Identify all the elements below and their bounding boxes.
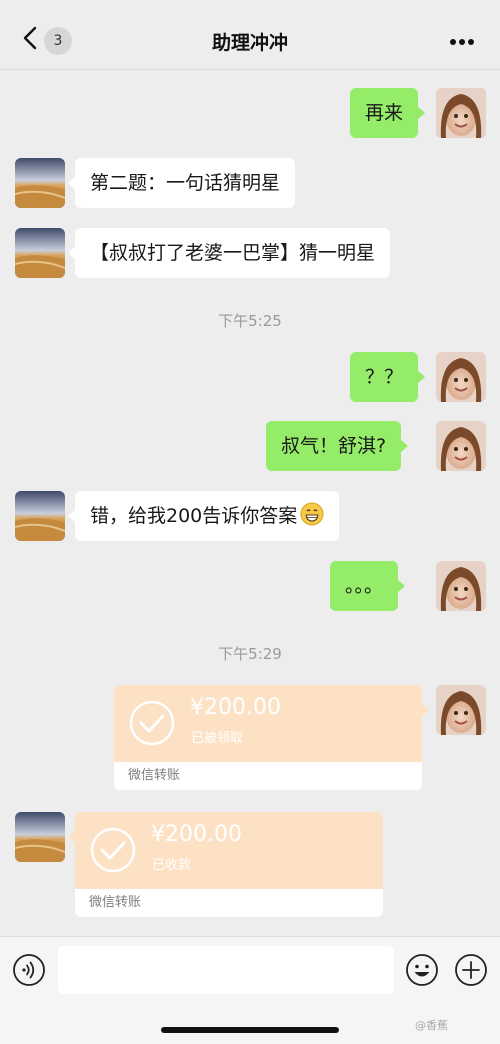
my-avatar[interactable]	[436, 352, 486, 402]
contact-avatar[interactable]	[15, 228, 65, 278]
message-input[interactable]	[58, 946, 394, 994]
chat-input-bar: @香蕉	[0, 936, 500, 1044]
timestamp: 下午5:29	[218, 645, 282, 663]
transfer-amount: ¥200.00	[151, 822, 242, 847]
received-transfer-card[interactable]: ¥200.00 已收款 微信转账	[68, 812, 383, 917]
my-avatar[interactable]	[436, 421, 486, 471]
transfer-status: 已收款	[152, 858, 192, 873]
message-text: 错，给我200告诉你答案	[90, 505, 298, 527]
contact-message-bubble[interactable]: 第二题：一句话猜明星	[67, 158, 296, 208]
sent-transfer-card[interactable]: ¥200.00 已被领取 微信转账	[114, 685, 429, 790]
my-message-bubble[interactable]: 叔气！舒淇?	[266, 421, 409, 471]
more-dots-icon[interactable]	[449, 38, 475, 46]
my-avatar[interactable]	[436, 88, 486, 138]
my-message-bubble[interactable]: 再来	[350, 88, 426, 138]
voice-icon[interactable]	[12, 953, 46, 987]
transfer-status: 已被领取	[191, 731, 244, 746]
contact-message-bubble[interactable]: 错，给我200告诉你答案	[67, 491, 340, 541]
plus-icon[interactable]	[454, 953, 488, 987]
transfer-card-top: ¥200.00 已收款	[75, 812, 383, 889]
chat-header: 3 助理冲冲	[0, 0, 500, 70]
transfer-amount: ¥200.00	[190, 695, 281, 720]
transfer-card-top: ¥200.00 已被领取	[114, 685, 422, 762]
check-circle-icon	[129, 700, 175, 746]
my-message-bubble[interactable]: ？？	[350, 352, 426, 402]
check-circle-icon	[90, 827, 136, 873]
contact-message-bubble[interactable]: 【叔叔打了老婆一巴掌】猜一明星	[67, 228, 391, 278]
transfer-label: 微信转账	[114, 762, 422, 790]
my-avatar[interactable]	[436, 561, 486, 611]
chat-title: 助理冲冲	[211, 32, 288, 54]
contact-avatar[interactable]	[15, 158, 65, 208]
home-indicator[interactable]	[161, 1027, 339, 1033]
contact-avatar[interactable]	[15, 491, 65, 541]
my-message-bubble[interactable]: 。。。	[330, 561, 406, 611]
timestamp: 下午5:25	[218, 312, 282, 330]
watermark: @香蕉	[415, 1019, 448, 1032]
emoji-icon[interactable]	[405, 953, 439, 987]
grin-emoji-icon	[300, 502, 324, 526]
contact-avatar[interactable]	[15, 812, 65, 862]
my-avatar[interactable]	[436, 685, 486, 735]
transfer-label: 微信转账	[75, 889, 383, 917]
